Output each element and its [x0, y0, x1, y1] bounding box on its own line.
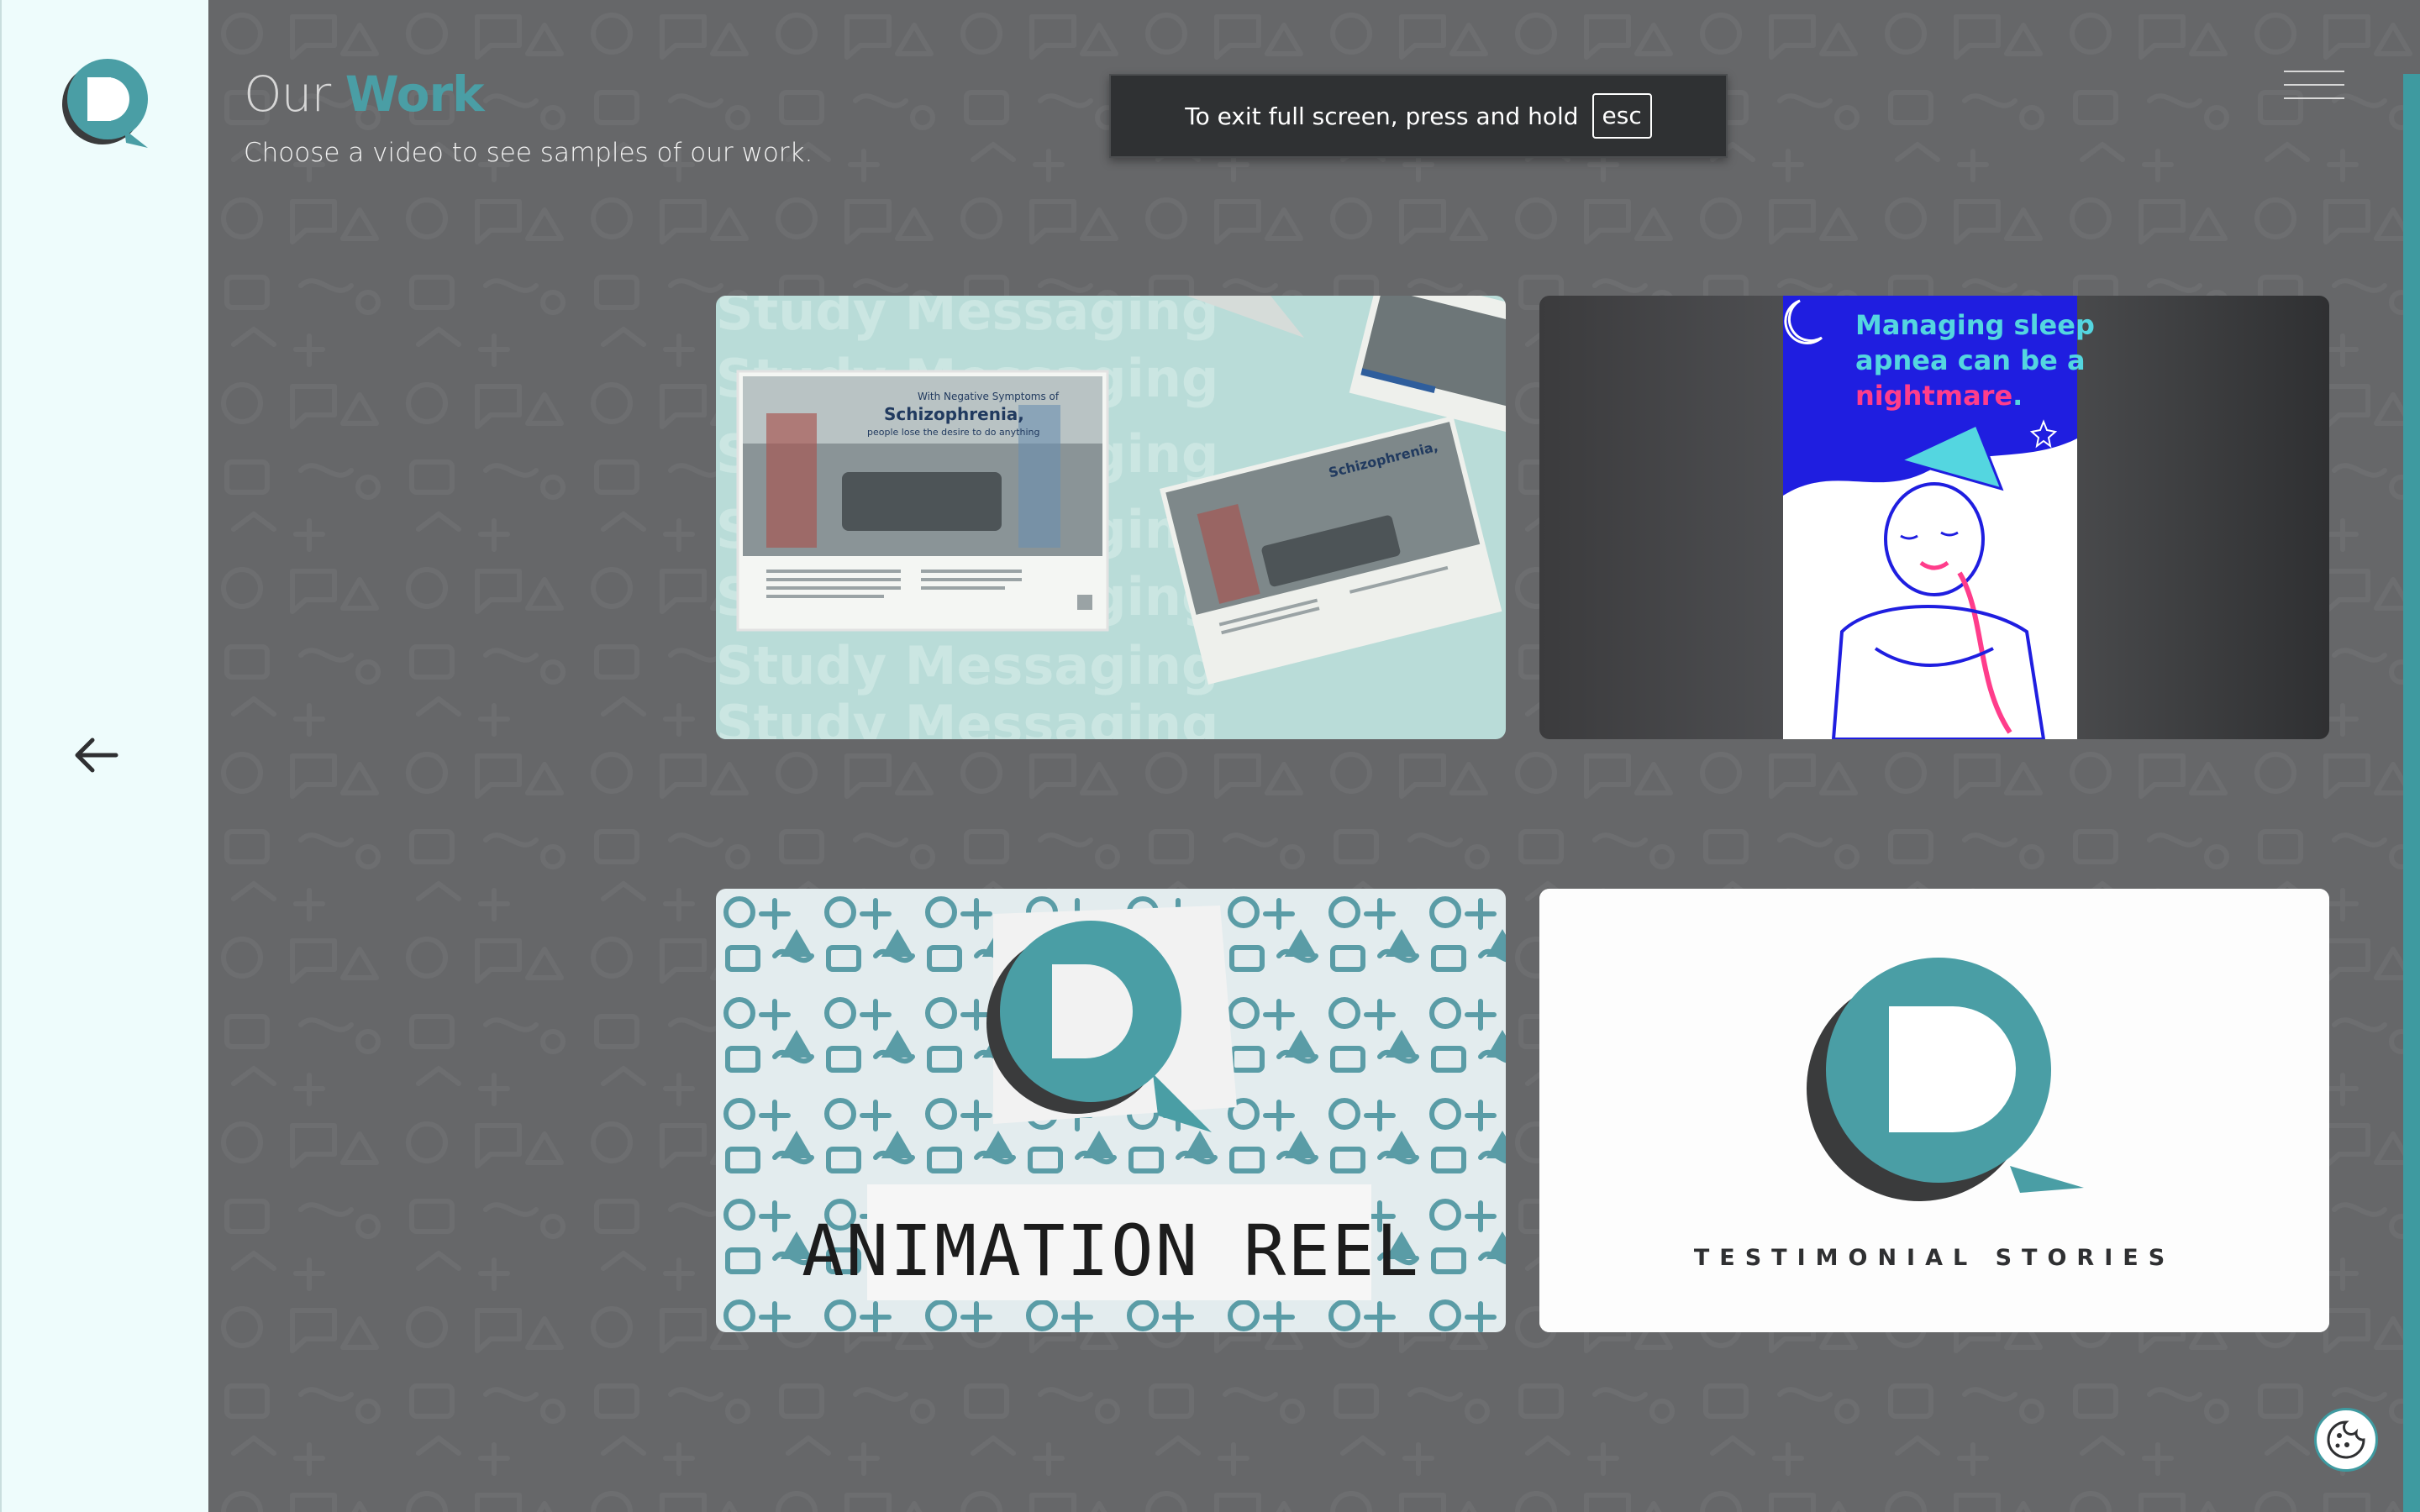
esc-key-badge: esc: [1591, 93, 1652, 139]
main-content: Our Work Choose a video to see samples o…: [208, 0, 2420, 1512]
sidebar: [0, 0, 208, 1512]
page-title-bold: Work: [345, 66, 485, 123]
video-thumbnail-testimonial-stories: TESTIMONIAL STORIES: [1539, 889, 2329, 1332]
toast-message: To exit full screen, press and hold: [1185, 102, 1579, 130]
bg-text: Study Messaging: [716, 694, 1218, 739]
svg-text:nightmare.: nightmare.: [1855, 380, 2023, 412]
menu-line: [2284, 84, 2344, 86]
flyer-main: With Negative Symptoms of Schizophrenia,…: [736, 370, 1109, 632]
page-title-light: Our: [244, 66, 331, 123]
video-thumbnail-animation-reel: ANIMATION REEL: [716, 889, 1506, 1332]
apnea-nightmare: nightmare: [1855, 380, 2012, 412]
hamburger-menu-icon[interactable]: [2284, 71, 2344, 116]
apnea-line-2: apnea can be a: [1855, 344, 2086, 376]
video-card-animation-reel[interactable]: ANIMATION REEL: [716, 889, 1506, 1332]
video-card-sleep-apnea[interactable]: Managing sleep apnea can be a nightmare.: [1539, 296, 2329, 739]
cookie-icon: [2327, 1420, 2365, 1459]
video-thumbnail-study-messaging: Study Messaging Study Messaging Study Me…: [716, 296, 1506, 739]
bg-text: Study Messaging: [716, 296, 1218, 342]
apnea-poster: Managing sleep apnea can be a nightmare.: [1783, 296, 2095, 739]
flyer-heading: With Negative Symptoms of: [918, 391, 1060, 402]
fullscreen-exit-toast: To exit full screen, press and hold esc: [1109, 74, 1728, 158]
arrow-left-icon[interactable]: [72, 736, 119, 774]
q-logo-icon[interactable]: [59, 55, 153, 153]
page-title: Our Work: [244, 66, 485, 123]
video-card-study-messaging[interactable]: Study Messaging Study Messaging Study Me…: [716, 296, 1506, 739]
cookie-settings-button[interactable]: [2314, 1408, 2378, 1472]
apnea-line-1: Managing sleep: [1855, 309, 2095, 341]
menu-line: [2284, 97, 2344, 99]
flyer-title: Schizophrenia,: [884, 404, 1024, 424]
page-subtitle: Choose a video to see samples of our wor…: [244, 138, 813, 168]
animation-reel-title: ANIMATION REEL: [802, 1210, 1420, 1292]
menu-line: [2284, 71, 2344, 72]
testimonial-title: TESTIMONIAL STORIES: [1694, 1245, 2175, 1271]
video-card-testimonial-stories[interactable]: TESTIMONIAL STORIES: [1539, 889, 2329, 1332]
scroll-indicator[interactable]: [2403, 74, 2420, 1512]
bg-text: Study Messaging: [716, 635, 1218, 696]
video-thumbnail-sleep-apnea: Managing sleep apnea can be a nightmare.: [1539, 296, 2329, 739]
apnea-period: .: [2012, 380, 2023, 412]
flyer-subtitle: people lose the desire to do anything: [867, 427, 1039, 438]
